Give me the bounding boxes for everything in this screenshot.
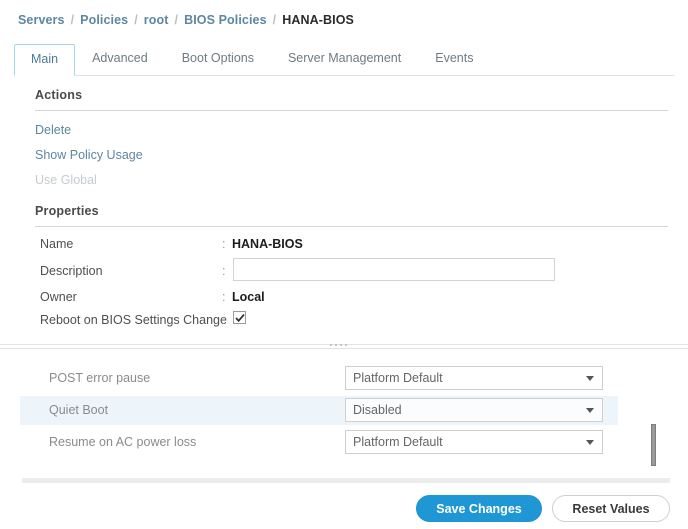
reboot-on-bios-settings-change-label: Reboot on BIOS Settings Change xyxy=(40,313,227,327)
chevron-down-icon xyxy=(586,440,594,445)
footer-separator xyxy=(22,478,670,483)
breadcrumb-separator: / xyxy=(70,13,75,27)
breadcrumb-item-bios-policies[interactable]: BIOS Policies xyxy=(184,13,267,27)
breadcrumb-item-current: HANA-BIOS xyxy=(282,13,354,27)
properties-section-title: Properties xyxy=(35,204,99,218)
setting-dropdown-quiet-boot[interactable]: Disabled xyxy=(345,398,603,422)
reboot-on-bios-settings-change-checkbox[interactable] xyxy=(233,311,246,324)
breadcrumb-item-root[interactable]: root xyxy=(144,13,169,27)
properties-section-rule xyxy=(35,226,668,227)
action-show-policy-usage[interactable]: Show Policy Usage xyxy=(35,148,143,162)
setting-row-post-error-pause[interactable]: POST error pause Platform Default xyxy=(20,364,618,393)
name-label: Name xyxy=(40,237,74,251)
setting-dropdown-value: Disabled xyxy=(353,403,402,417)
owner-value: Local xyxy=(232,290,265,304)
setting-dropdown-resume-on-ac-power-loss[interactable]: Platform Default xyxy=(345,430,603,454)
setting-dropdown-value: Platform Default xyxy=(353,371,443,385)
breadcrumb: Servers / Policies / root / BIOS Policie… xyxy=(18,10,354,30)
setting-dropdown-post-error-pause[interactable]: Platform Default xyxy=(345,366,603,390)
name-colon: : xyxy=(222,237,226,251)
actions-section-rule xyxy=(35,110,668,111)
reboot-colon: : xyxy=(222,313,226,327)
breadcrumb-separator: / xyxy=(272,13,277,27)
actions-section-title: Actions xyxy=(35,88,83,102)
description-label: Description xyxy=(40,264,103,278)
tab-main[interactable]: Main xyxy=(14,44,76,76)
pane-resize-handle-icon[interactable] xyxy=(330,344,347,346)
setting-row-quiet-boot[interactable]: Quiet Boot Disabled xyxy=(20,396,618,425)
chevron-down-icon xyxy=(586,376,594,381)
action-delete[interactable]: Delete xyxy=(35,123,71,137)
chevron-down-icon xyxy=(586,408,594,413)
tab-boot-options[interactable]: Boot Options xyxy=(165,43,271,75)
setting-label: Quiet Boot xyxy=(49,403,109,417)
action-use-global: Use Global xyxy=(35,173,97,187)
breadcrumb-item-servers[interactable]: Servers xyxy=(18,13,65,27)
owner-label: Owner xyxy=(40,290,77,304)
settings-pane-divider-secondary xyxy=(0,348,688,349)
breadcrumb-separator: / xyxy=(134,13,138,27)
tab-advanced[interactable]: Advanced xyxy=(75,43,165,75)
name-value: HANA-BIOS xyxy=(232,237,303,251)
description-colon: : xyxy=(222,264,226,278)
save-changes-button[interactable]: Save Changes xyxy=(416,495,542,522)
description-input[interactable] xyxy=(233,258,555,281)
breadcrumb-item-policies[interactable]: Policies xyxy=(80,13,128,27)
breadcrumb-separator: / xyxy=(174,13,179,27)
setting-label: POST error pause xyxy=(49,371,151,385)
setting-row-resume-on-ac-power-loss[interactable]: Resume on AC power loss Platform Default xyxy=(20,428,618,457)
tab-events[interactable]: Events xyxy=(418,43,490,75)
tab-bar: Main Advanced Boot Options Server Manage… xyxy=(14,43,674,76)
settings-scrollbar-thumb[interactable] xyxy=(651,424,656,466)
bios-settings-list: POST error pause Platform Default Quiet … xyxy=(0,352,688,472)
setting-label: Resume on AC power loss xyxy=(49,435,197,449)
setting-dropdown-value: Platform Default xyxy=(353,435,443,449)
reset-values-button[interactable]: Reset Values xyxy=(552,495,670,522)
bios-policy-page: Servers / Policies / root / BIOS Policie… xyxy=(0,0,688,529)
tab-server-management[interactable]: Server Management xyxy=(271,43,418,75)
checkmark-icon xyxy=(234,313,245,323)
owner-colon: : xyxy=(222,290,226,304)
